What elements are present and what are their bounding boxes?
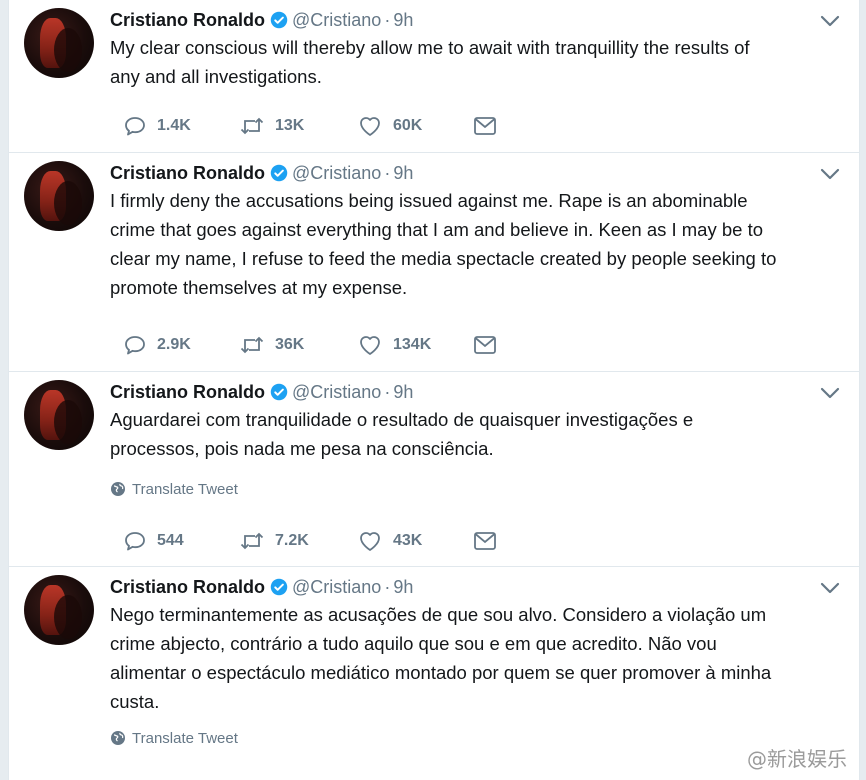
- tweet-text: I firmly deny the accusations being issu…: [110, 186, 841, 302]
- globe-icon: [110, 730, 126, 752]
- tweet-text-line: My clear conscious will thereby allow me…: [110, 37, 750, 58]
- envelope-icon: [474, 532, 496, 550]
- message-button[interactable]: [473, 335, 497, 355]
- like-count: 43K: [393, 532, 423, 549]
- tweet-text-line: Aguardarei com tranquilidade o resultado…: [110, 409, 694, 430]
- dot-separator: ·: [384, 10, 391, 30]
- reply-icon: [125, 336, 145, 355]
- user-name[interactable]: Cristiano Ronaldo: [110, 382, 265, 402]
- envelope-icon: [474, 117, 496, 135]
- avatar[interactable]: [24, 8, 94, 78]
- tweet-text: My clear conscious will thereby allow me…: [110, 33, 841, 91]
- tweet-text-line: clear my name, I refuse to feed the medi…: [110, 248, 777, 269]
- chevron-down-icon[interactable]: [819, 581, 841, 595]
- timestamp[interactable]: 9h: [393, 577, 413, 597]
- retweet-count: 13K: [275, 117, 305, 134]
- retweet-count: 7.2K: [275, 532, 309, 549]
- user-name[interactable]: Cristiano Ronaldo: [110, 163, 265, 183]
- timestamp[interactable]: 9h: [393, 382, 413, 402]
- tweet-actions: 544 7.2K 43K: [123, 527, 497, 555]
- tweet-timeline: Cristiano Ronaldo @Cristiano · 9h My clear …: [8, 0, 860, 780]
- heart-icon: [360, 336, 380, 355]
- user-handle[interactable]: @Cristiano: [292, 163, 381, 183]
- dot-separator: ·: [384, 382, 391, 402]
- watermark: @新浪娱乐: [747, 747, 847, 771]
- avatar[interactable]: [24, 575, 94, 645]
- tweet-text: Aguardarei com tranquilidade o resultado…: [110, 405, 841, 463]
- user-handle[interactable]: @Cristiano: [292, 10, 381, 30]
- tweet-text-line: I firmly deny the accusations being issu…: [110, 190, 748, 211]
- retweet-icon: [240, 532, 264, 550]
- avatar[interactable]: [24, 161, 94, 231]
- verified-badge-icon: [270, 578, 288, 602]
- envelope-icon: [474, 336, 496, 354]
- tweet-text-line: crime abjecto, contrário a tudo aquilo q…: [110, 633, 717, 654]
- tweet-text-line: crime that goes against everything that …: [110, 219, 764, 240]
- user-handle[interactable]: @Cristiano: [292, 577, 381, 597]
- heart-icon: [360, 117, 380, 136]
- translate-tweet-link[interactable]: Translate Tweet: [110, 729, 841, 749]
- tweet-text-line: Nego terminantemente as acusações de que…: [110, 604, 767, 625]
- retweet-button[interactable]: 13K: [239, 115, 357, 137]
- tweet[interactable]: Cristiano Ronaldo @Cristiano · 9h My clear …: [9, 0, 859, 153]
- like-count: 134K: [393, 336, 432, 353]
- translate-tweet-link[interactable]: Translate Tweet: [110, 480, 841, 500]
- tweet-text: Nego terminantemente as acusações de que…: [110, 600, 841, 716]
- reply-count: 1.4K: [157, 117, 191, 134]
- avatar[interactable]: [24, 380, 94, 450]
- retweet-count: 36K: [275, 336, 305, 353]
- tweet-text-line: promote themselves at my expense.: [110, 277, 408, 298]
- dot-separator: ·: [384, 577, 391, 597]
- translate-label: Translate Tweet: [132, 730, 238, 747]
- message-button[interactable]: [473, 116, 497, 136]
- verified-badge-icon: [270, 164, 288, 188]
- tweet[interactable]: Cristiano Ronaldo @Cristiano · 9h Aguardare…: [9, 372, 859, 567]
- reply-count: 2.9K: [157, 336, 191, 353]
- verified-badge-icon: [270, 383, 288, 407]
- timestamp[interactable]: 9h: [393, 163, 413, 183]
- heart-icon: [360, 532, 380, 551]
- chevron-down-icon[interactable]: [819, 167, 841, 181]
- chevron-down-icon[interactable]: [819, 14, 841, 28]
- message-button[interactable]: [473, 531, 497, 551]
- tweet-text-line: alimentar o espectáculo mediático montad…: [110, 662, 772, 683]
- tweet[interactable]: Cristiano Ronaldo @Cristiano · 9h Nego term…: [9, 567, 859, 780]
- translate-label: Translate Tweet: [132, 481, 238, 498]
- verified-badge-icon: [270, 11, 288, 35]
- user-name[interactable]: Cristiano Ronaldo: [110, 10, 265, 30]
- reply-count: 544: [157, 532, 184, 549]
- reply-icon: [125, 117, 145, 136]
- like-count: 60K: [393, 117, 423, 134]
- tweet[interactable]: Cristiano Ronaldo @Cristiano · 9h I firmly …: [9, 153, 859, 372]
- reply-button[interactable]: 544: [123, 529, 239, 553]
- retweet-button[interactable]: 36K: [239, 334, 357, 356]
- tweet-actions: 1.4K 13K 60K: [123, 112, 497, 140]
- retweet-icon: [240, 117, 264, 135]
- tweet-text-line: any and all investigations.: [110, 66, 322, 87]
- dot-separator: ·: [384, 163, 391, 183]
- retweet-button[interactable]: 7.2K: [239, 530, 357, 552]
- reply-button[interactable]: 2.9K: [123, 333, 239, 357]
- like-button[interactable]: 134K: [357, 333, 473, 357]
- retweet-icon: [240, 336, 264, 354]
- like-button[interactable]: 43K: [357, 529, 473, 553]
- reply-icon: [125, 532, 145, 551]
- chevron-down-icon[interactable]: [819, 386, 841, 400]
- reply-button[interactable]: 1.4K: [123, 114, 239, 138]
- like-button[interactable]: 60K: [357, 114, 473, 138]
- tweet-text-line: processos, pois nada me pesa na consciên…: [110, 438, 494, 459]
- user-name[interactable]: Cristiano Ronaldo: [110, 577, 265, 597]
- globe-icon: [110, 481, 126, 503]
- tweet-text-line: custa.: [110, 691, 160, 712]
- user-handle[interactable]: @Cristiano: [292, 382, 381, 402]
- timestamp[interactable]: 9h: [393, 10, 413, 30]
- tweet-actions: 2.9K 36K 134K: [123, 331, 497, 359]
